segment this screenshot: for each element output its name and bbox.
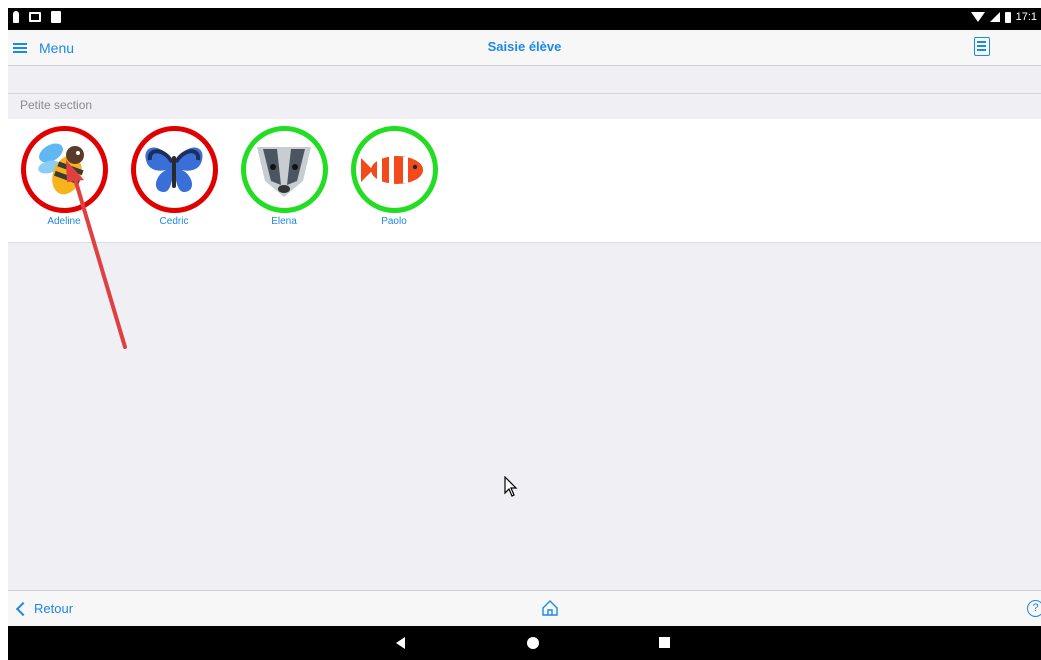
annotation-arrow xyxy=(66,160,127,349)
mouse-pointer-icon xyxy=(504,476,518,497)
